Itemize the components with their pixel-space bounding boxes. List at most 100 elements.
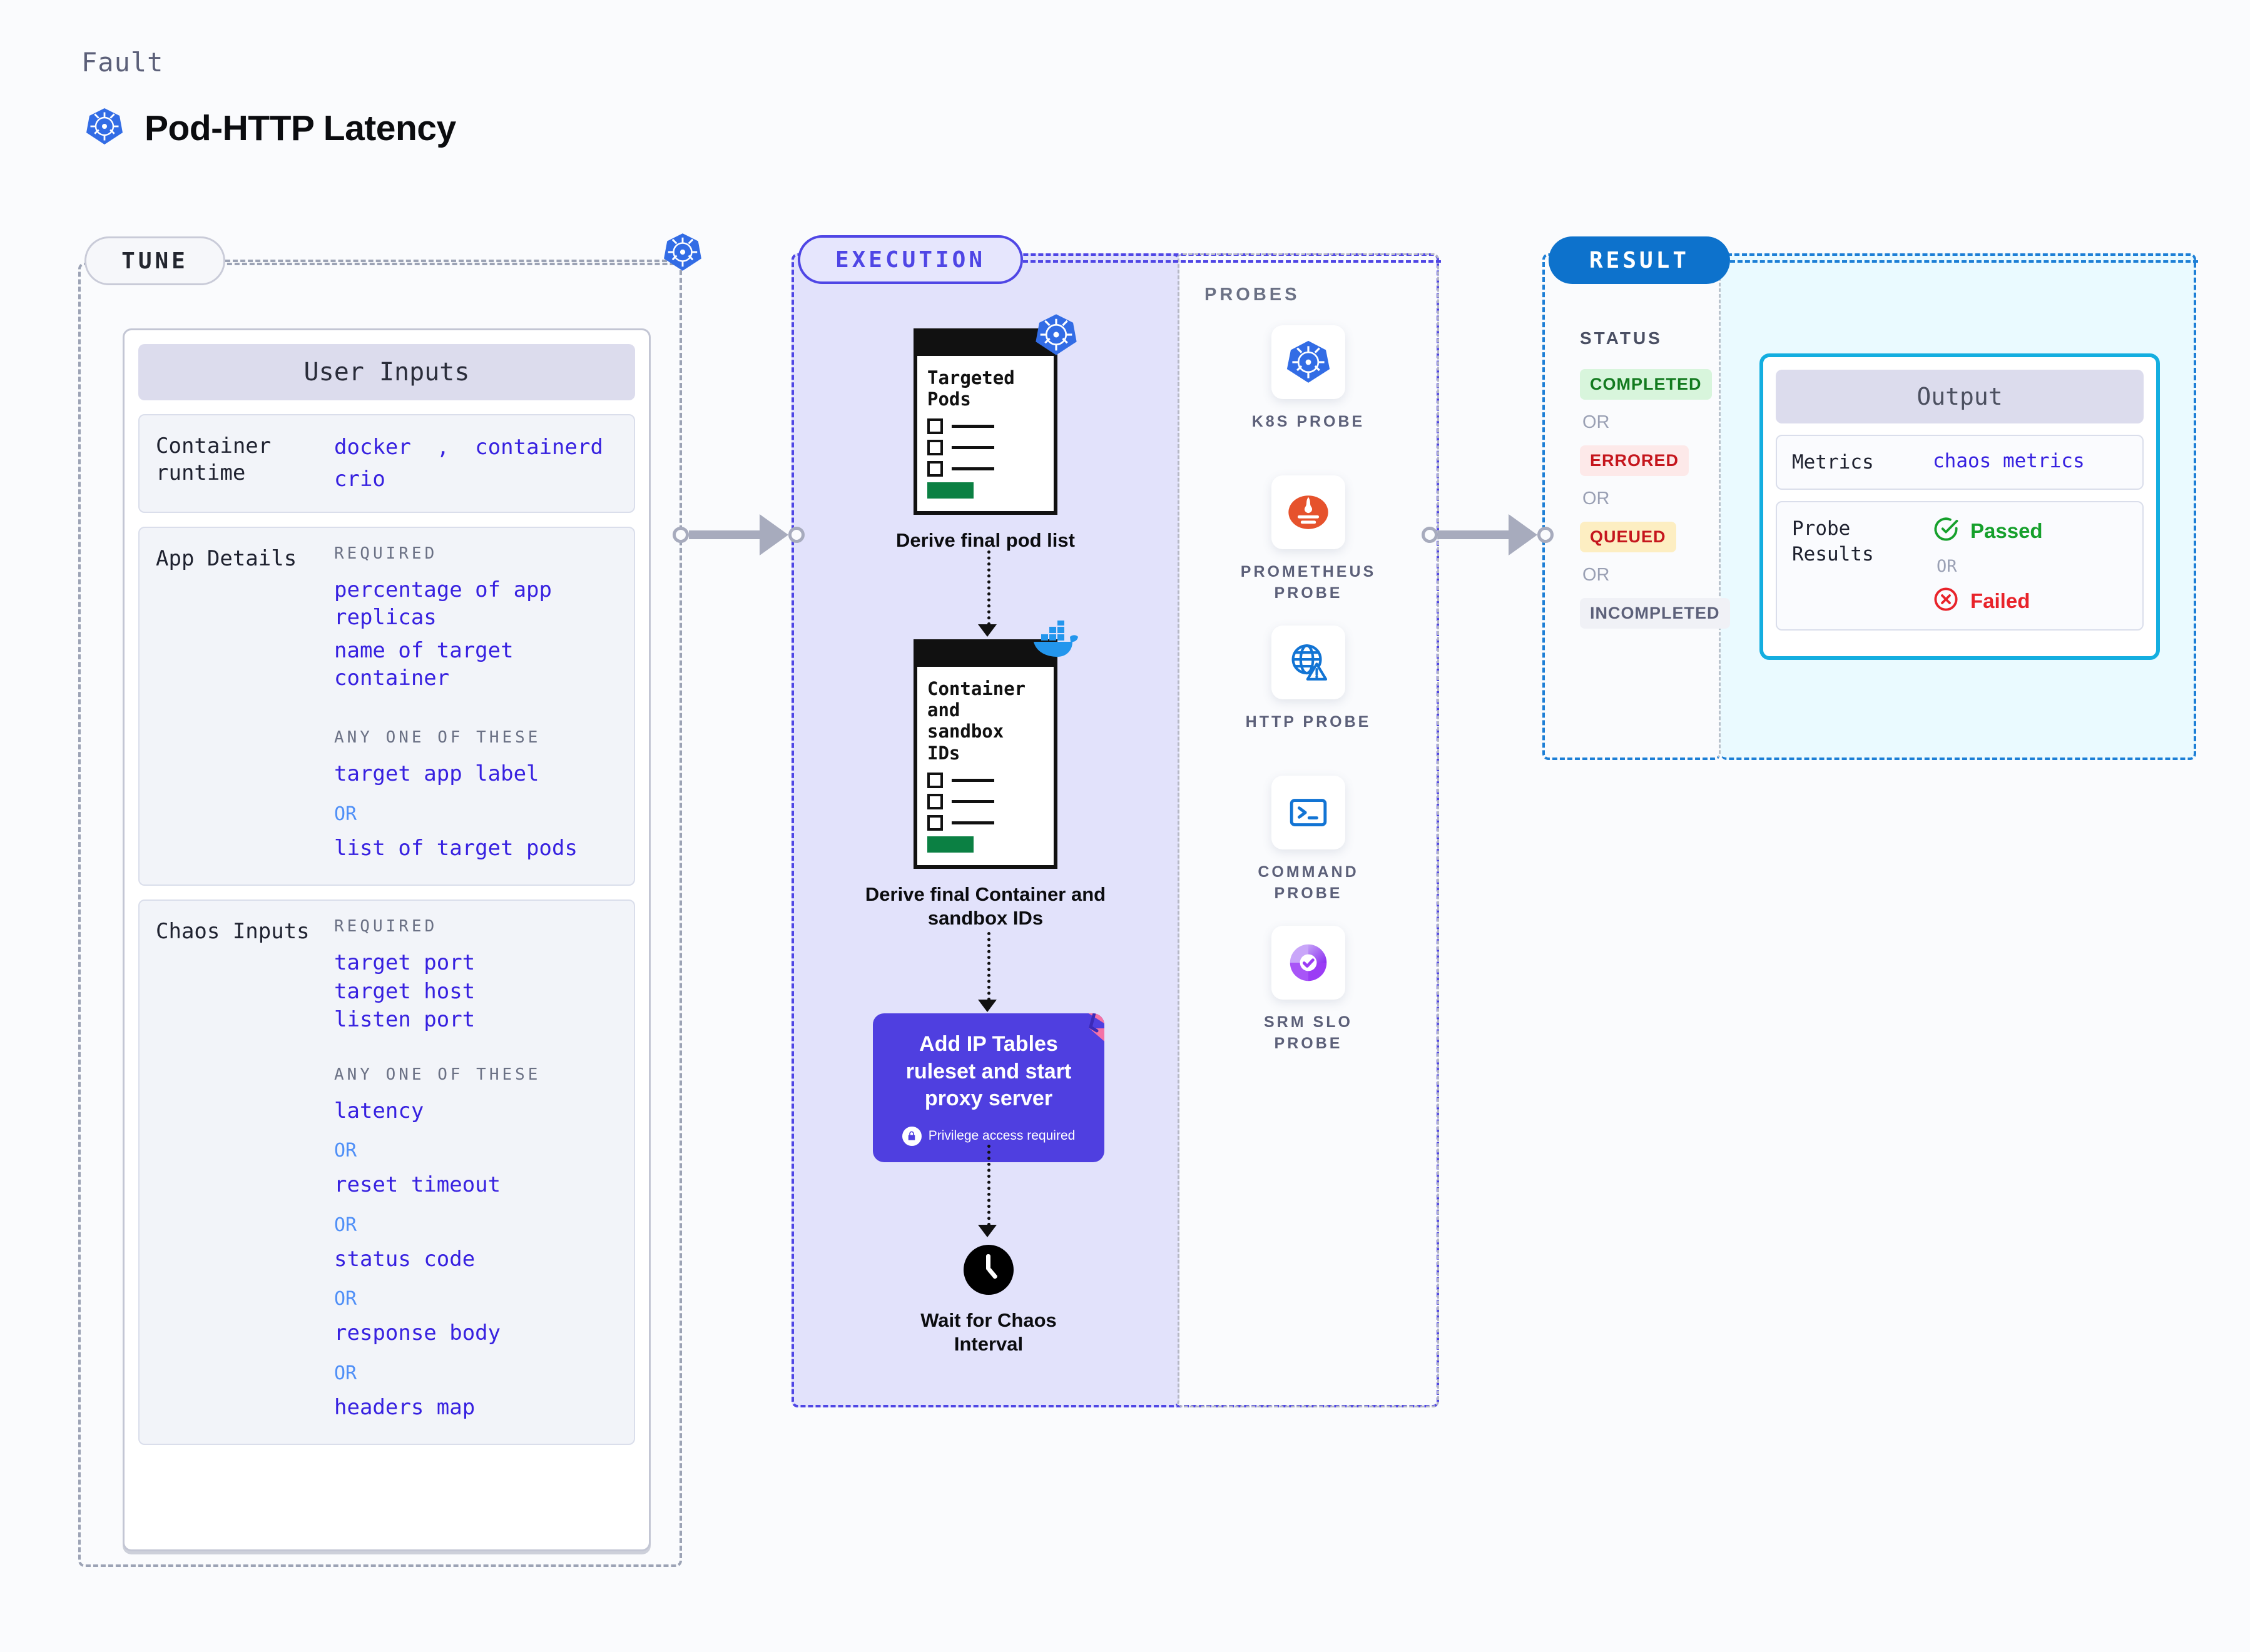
connector-execution-to-result (1422, 514, 1554, 555)
block-label: Chaos Inputs (156, 919, 310, 945)
checkbox-icon (927, 793, 943, 809)
or-separator: OR (1937, 557, 1957, 577)
or-separator: OR (1582, 565, 1610, 585)
privilege-note-text: Privilege access required (928, 1128, 1076, 1143)
chaos-required-value: target host (334, 978, 476, 1004)
chaos-anyone-value: latency (334, 1098, 424, 1123)
connector-bar (689, 530, 761, 539)
connector-arrow (1509, 514, 1537, 555)
app-anyone-value: target app label (334, 761, 539, 787)
flow-node-caption: Derive final pod list (896, 529, 1075, 552)
failed-label: Failed (1970, 589, 2030, 612)
document-title: Targeted Pods (927, 367, 1015, 410)
app-required-value: percentage of app replicas (334, 577, 552, 630)
flow-node-targeted-pods: Targeted Pods Derive final pod list (896, 314, 1133, 552)
privilege-note: Privilege access required (887, 1126, 1091, 1146)
probe-item-http[interactable]: HTTP PROBE (1233, 626, 1383, 733)
docker-icon (1030, 620, 1084, 659)
status-badge-queued: QUEUED (1580, 522, 1676, 552)
checkbox-icon (927, 418, 943, 435)
clock-icon (964, 1245, 1014, 1295)
probe-item-srm-slo[interactable]: SRM SLO PROBE (1233, 926, 1383, 1055)
line-placeholder (952, 446, 994, 450)
prometheus-icon (1271, 475, 1345, 549)
block-label: App Details (156, 546, 297, 571)
status-list: COMPLETED OR ERRORED OR QUEUED OR INCOMP… (1580, 369, 1730, 629)
flow-connector-line (987, 932, 990, 1001)
result-leader-line (1730, 260, 2198, 263)
chaos-anyone-value: status code (334, 1246, 476, 1272)
line-placeholder (952, 467, 994, 471)
document-card: Container and sandbox IDs (914, 639, 1057, 869)
green-block (927, 482, 974, 499)
probe-results-label: Probe Results (1792, 517, 1874, 565)
runtime-value-containerd: containerd (475, 435, 603, 460)
status-heading: STATUS (1580, 328, 1662, 348)
or-separator: OR (334, 1214, 357, 1236)
x-circle-icon (1933, 586, 1959, 616)
flow-node-title: Add IP Tables ruleset and start proxy se… (905, 1032, 1072, 1111)
block-label: Container runtime (156, 433, 272, 485)
fault-title-row: Pod-HTTP Latency (84, 106, 456, 149)
probe-label: PROMETHEUS PROBE (1240, 563, 1377, 602)
stage-pill-tune[interactable]: TUNE (84, 236, 225, 285)
kubernetes-icon (1271, 325, 1345, 399)
litmus-flag-icon (1062, 1013, 1104, 1055)
flow-node-caption: Wait for Chaos Interval (920, 1309, 1057, 1355)
runtime-value-docker: docker (334, 435, 411, 460)
anyone-heading: ANY ONE OF THESE (334, 1065, 541, 1084)
line-placeholder (952, 425, 994, 428)
chaos-anyone-value: reset timeout (334, 1172, 501, 1198)
connector-arrow (760, 514, 788, 555)
status-badge-completed: COMPLETED (1580, 369, 1712, 400)
comma-separator: , (424, 435, 462, 460)
green-block (927, 836, 974, 853)
chaos-anyone-value: response body (334, 1320, 501, 1346)
user-inputs-title: User Inputs (138, 344, 635, 400)
flow-node-add-ip-tables: Add IP Tables ruleset and start proxy se… (873, 1013, 1104, 1162)
connector-dot (788, 527, 805, 543)
connector-tune-to-execution (673, 514, 805, 555)
kubernetes-icon (1034, 312, 1079, 357)
or-separator: OR (1582, 412, 1610, 432)
flow-connector-arrow (978, 1000, 997, 1012)
runtime-value-crio: crio (334, 467, 385, 492)
probe-result-failed: Failed (1933, 586, 2127, 616)
output-metrics-row: Metrics chaos metrics (1776, 435, 2144, 490)
input-block-container-runtime: Container runtime docker , containerd cri… (138, 414, 635, 513)
terminal-icon (1271, 776, 1345, 849)
checkbox-icon (927, 772, 943, 788)
flow-node-container-sandbox-ids: Container and sandbox IDs Derive final C… (865, 620, 1133, 930)
flow-connector-arrow (978, 624, 997, 637)
line-placeholder (952, 799, 994, 803)
fault-eyebrow: Fault (81, 47, 164, 78)
probes-heading: PROBES (1204, 285, 1300, 305)
container-runtime-values: docker , containerd crio (334, 432, 618, 495)
or-separator: OR (1582, 489, 1610, 509)
anyone-heading: ANY ONE OF THESE (334, 728, 541, 747)
probe-label: K8S PROBE (1251, 413, 1365, 430)
probe-item-prometheus[interactable]: PROMETHEUS PROBE (1233, 475, 1383, 604)
kubernetes-icon (662, 231, 703, 273)
or-separator: OR (334, 1362, 357, 1384)
stage-pill-execution[interactable]: EXECUTION (798, 235, 1023, 284)
flow-connector-arrow (978, 1225, 997, 1237)
output-title: Output (1776, 370, 2144, 423)
probe-item-k8s[interactable]: K8S PROBE (1233, 325, 1383, 433)
check-circle-icon (1933, 516, 1959, 545)
status-badge-errored: ERRORED (1580, 445, 1689, 476)
flow-node-wait-for-chaos-interval: Wait for Chaos Interval (914, 1245, 1064, 1356)
app-required-value: name of target container (334, 638, 514, 691)
stage-pill-result[interactable]: RESULT (1549, 236, 1730, 284)
connector-bar (1438, 530, 1510, 539)
checklist-row (927, 772, 1044, 788)
probe-label: HTTP PROBE (1245, 713, 1372, 731)
flow-connector-line (987, 1145, 990, 1226)
or-separator: OR (334, 1140, 357, 1162)
flow-connector-line (987, 550, 990, 626)
srm-slo-icon (1271, 926, 1345, 1000)
input-block-app-details: App Details REQUIRED percentage of app r… (138, 527, 635, 886)
probe-item-command[interactable]: COMMAND PROBE (1233, 776, 1383, 905)
page-title: Pod-HTTP Latency (145, 108, 456, 148)
checklist-row (927, 814, 1044, 831)
